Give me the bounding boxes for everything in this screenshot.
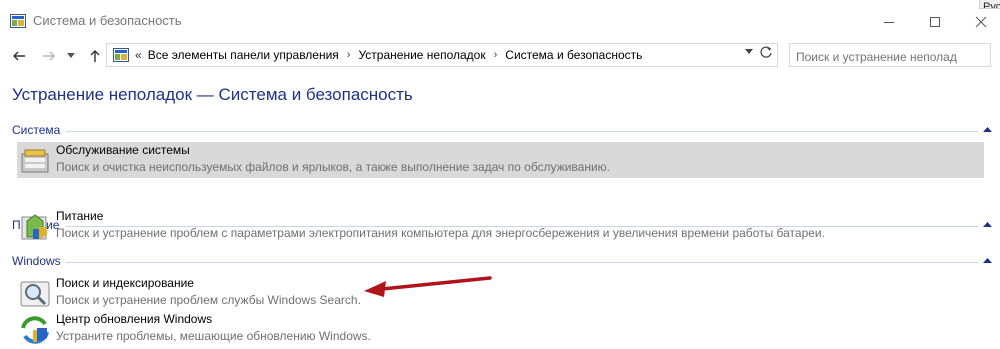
- close-icon: [975, 16, 987, 28]
- item-title[interactable]: Поиск и индексирование: [56, 276, 194, 290]
- list-item-system-maintenance[interactable]: Обслуживание системы Поиск и очистка неи…: [17, 142, 984, 178]
- control-panel-icon: [113, 48, 129, 62]
- breadcrumb-troubleshooting[interactable]: Устранение неполадок: [358, 48, 485, 62]
- minimize-button[interactable]: [874, 10, 904, 34]
- maximize-button[interactable]: [920, 10, 950, 34]
- item-description: Поиск и устранение проблем службы Window…: [56, 293, 361, 307]
- minimize-icon: [884, 22, 894, 23]
- breadcrumb-all-items[interactable]: Все элементы панели управления: [148, 48, 339, 62]
- arrow-right-icon: [43, 51, 55, 61]
- maximize-icon: [930, 17, 940, 27]
- section-divider: [66, 131, 978, 132]
- control-panel-icon: [10, 14, 26, 28]
- refresh-icon: [760, 46, 772, 58]
- forward-button[interactable]: [38, 45, 60, 67]
- arrow-left-icon: [13, 51, 25, 61]
- address-history-button[interactable]: [745, 47, 753, 57]
- collapse-power-button[interactable]: [983, 219, 992, 230]
- breadcrumb-separator-icon[interactable]: ›: [494, 49, 498, 61]
- breadcrumb-overflow[interactable]: «: [135, 48, 142, 62]
- maintenance-icon: [21, 149, 49, 173]
- arrow-up-icon: [90, 50, 100, 62]
- search-indexing-icon: [20, 281, 50, 307]
- windows-update-icon: [21, 316, 49, 344]
- collapse-windows-button[interactable]: [983, 255, 992, 266]
- item-description: Устраните проблемы, мешающие обновлению …: [56, 329, 371, 343]
- chevron-down-icon: [745, 49, 753, 54]
- item-description: Поиск и очистка неиспользуемых файлов и …: [56, 160, 610, 174]
- list-item-search-indexing[interactable]: Поиск и индексирование Поиск и устранени…: [17, 275, 984, 311]
- chevron-up-icon: [983, 222, 992, 227]
- chevron-up-icon: [983, 127, 992, 132]
- breadcrumb-separator-icon[interactable]: ›: [347, 49, 351, 61]
- item-title[interactable]: Питание: [56, 209, 103, 223]
- search-input[interactable]: [789, 43, 991, 67]
- title-bar: Система и безопасность: [0, 0, 1000, 44]
- section-divider: [66, 262, 978, 263]
- back-button[interactable]: [8, 45, 30, 67]
- item-title[interactable]: Обслуживание системы: [56, 143, 190, 157]
- collapse-system-button[interactable]: [983, 124, 992, 135]
- section-header-windows: Windows: [12, 254, 61, 268]
- section-header-system: Система: [12, 123, 61, 137]
- item-description: Поиск и устранение проблем с параметрами…: [56, 226, 825, 240]
- chevron-down-icon: [67, 53, 75, 58]
- list-item-windows-update[interactable]: Центр обновления Windows Устраните пробл…: [17, 311, 984, 347]
- address-bar[interactable]: « Все элементы панели управления › Устра…: [106, 43, 778, 67]
- window-title: Система и безопасность: [33, 13, 182, 28]
- item-title[interactable]: Центр обновления Windows: [56, 312, 212, 326]
- page-title: Устранение неполадок — Система и безопас…: [12, 85, 413, 104]
- up-button[interactable]: [84, 45, 106, 67]
- recent-locations-button[interactable]: [60, 45, 82, 67]
- list-item-power[interactable]: Питание Поиск и устранение проблем с пар…: [17, 208, 984, 244]
- refresh-button[interactable]: [759, 45, 773, 62]
- breadcrumb-system-security[interactable]: Система и безопасность: [505, 48, 642, 62]
- annotation-arrow-icon: [364, 276, 492, 297]
- chevron-up-icon: [983, 258, 992, 263]
- power-icon: [21, 214, 47, 240]
- close-button[interactable]: [966, 10, 996, 34]
